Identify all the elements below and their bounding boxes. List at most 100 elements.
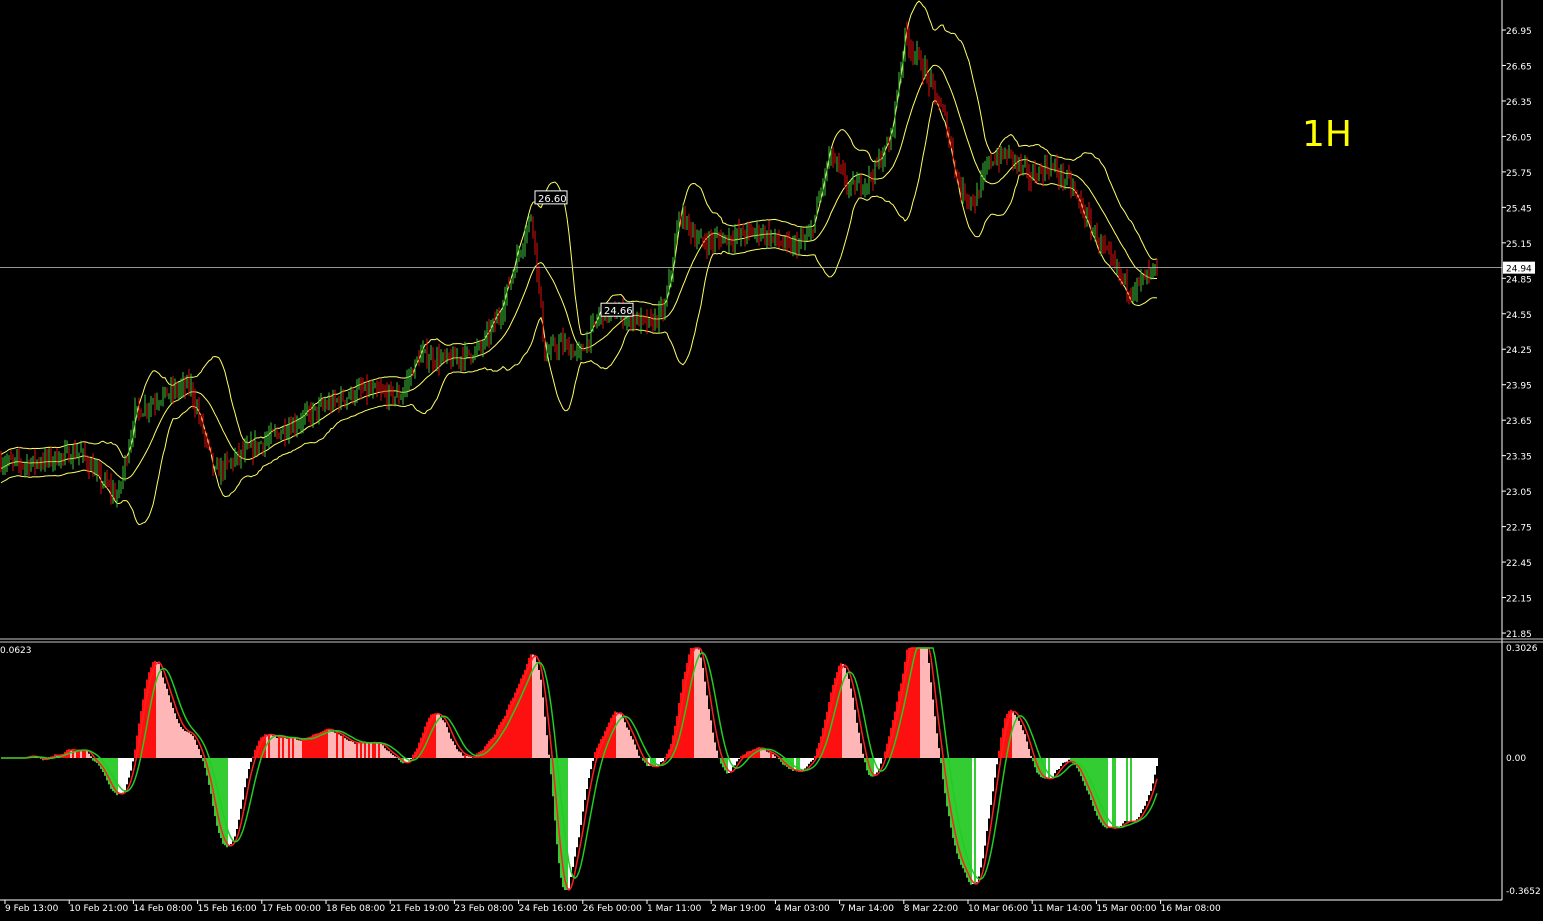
osc-bar <box>242 758 244 800</box>
osc-bar <box>368 743 370 758</box>
osc-bar <box>246 758 248 778</box>
osc-bar <box>626 728 628 759</box>
chart-canvas[interactable]: 26.6024.6624.9426.9526.6526.3526.0525.75… <box>0 0 1543 917</box>
osc-bar <box>1024 734 1026 758</box>
osc-bar <box>88 754 90 758</box>
time-tick-label: 14 Feb 08:00 <box>133 904 192 914</box>
osc-bar <box>726 758 728 774</box>
osc-bar <box>126 758 128 784</box>
osc-bar <box>294 738 296 758</box>
osc-bar <box>230 758 232 844</box>
osc-bar <box>364 742 366 758</box>
osc-bar <box>524 670 526 758</box>
price-marker-label: 24.66 <box>604 306 633 317</box>
osc-bar <box>860 743 862 758</box>
osc-bar <box>922 648 924 758</box>
osc-bar <box>620 714 622 758</box>
osc-bar <box>154 661 156 758</box>
osc-bar <box>434 713 436 758</box>
time-tick-label: 9 Feb 13:00 <box>5 904 59 914</box>
osc-bar <box>432 714 434 758</box>
osc-bar <box>770 752 772 758</box>
osc-bar <box>710 720 712 758</box>
osc-bar <box>234 758 236 836</box>
osc-bar <box>706 695 708 758</box>
osc-bar <box>372 743 374 759</box>
osc-bar <box>628 730 630 758</box>
osc-bar <box>1104 758 1106 827</box>
osc-bar <box>362 743 364 758</box>
time-tick-label: 15 Mar 00:00 <box>1096 904 1156 914</box>
current-price-label: 24.94 <box>1506 265 1532 275</box>
osc-bar <box>1148 758 1150 795</box>
osc-bar <box>468 757 470 758</box>
osc-bar <box>584 758 586 800</box>
osc-bar <box>590 758 592 769</box>
time-tick-label: 24 Feb 16:00 <box>519 904 578 914</box>
osc-left-label: 0.0623 <box>0 646 32 656</box>
osc-bar <box>704 682 706 758</box>
osc-bar <box>348 741 350 758</box>
osc-bar <box>632 739 634 758</box>
osc-bar <box>338 734 340 758</box>
osc-bar <box>128 758 130 778</box>
osc-bar <box>300 741 302 758</box>
time-tick-label: 15 Feb 16:00 <box>198 904 257 914</box>
osc-bar <box>518 684 520 758</box>
osc-bar <box>330 730 332 758</box>
osc-bar <box>678 703 680 758</box>
osc-bar <box>974 758 976 884</box>
osc-bar <box>1136 758 1138 819</box>
osc-bar <box>288 737 290 758</box>
osc-bar <box>350 741 352 758</box>
osc-bar <box>802 758 804 770</box>
osc-bar <box>352 742 354 758</box>
osc-bar <box>978 758 980 877</box>
osc-bar <box>938 748 940 758</box>
osc-bar <box>390 753 392 758</box>
osc-bar <box>448 733 450 758</box>
osc-bar <box>622 718 624 758</box>
osc-bar <box>768 752 770 758</box>
osc-bar <box>184 731 186 758</box>
osc-bar <box>302 740 304 758</box>
osc-bar <box>848 679 850 758</box>
osc-bar <box>272 736 274 758</box>
osc-bar <box>1110 758 1112 827</box>
osc-bar <box>576 758 578 847</box>
osc-bar <box>118 758 120 794</box>
osc-bar <box>1126 758 1128 821</box>
osc-bar <box>844 668 846 758</box>
osc-bar <box>152 662 154 758</box>
osc-bar <box>92 758 94 761</box>
osc-bar <box>394 756 396 758</box>
osc-bar <box>124 758 126 790</box>
osc-bar <box>1012 711 1014 758</box>
osc-bar <box>840 663 842 758</box>
osc-bar <box>638 756 640 758</box>
osc-bar <box>1062 758 1064 763</box>
osc-bar <box>72 749 74 758</box>
osc-bar <box>572 758 574 867</box>
osc-bar <box>178 723 180 758</box>
osc-bar <box>636 750 638 758</box>
price-chart-window[interactable]: 26.6024.6624.9426.9526.6526.3526.0525.75… <box>0 0 1543 917</box>
osc-bar <box>994 758 996 778</box>
time-tick-label: 18 Feb 08:00 <box>326 904 385 914</box>
osc-bar <box>176 719 178 758</box>
osc-bar <box>536 662 538 758</box>
osc-bar <box>410 758 412 759</box>
osc-bar <box>286 739 288 758</box>
osc-bar <box>360 743 362 758</box>
price-tick-label: 22.45 <box>1506 559 1532 569</box>
osc-bar <box>1152 758 1154 783</box>
osc-bar <box>712 733 714 758</box>
osc-bar <box>764 750 766 758</box>
osc-bar <box>280 738 282 758</box>
osc-bar <box>580 758 582 825</box>
price-marker-label: 26.60 <box>538 194 567 205</box>
osc-bar <box>358 743 360 758</box>
osc-bar <box>986 758 988 831</box>
osc-bar <box>240 758 242 809</box>
osc-bar <box>354 744 356 758</box>
